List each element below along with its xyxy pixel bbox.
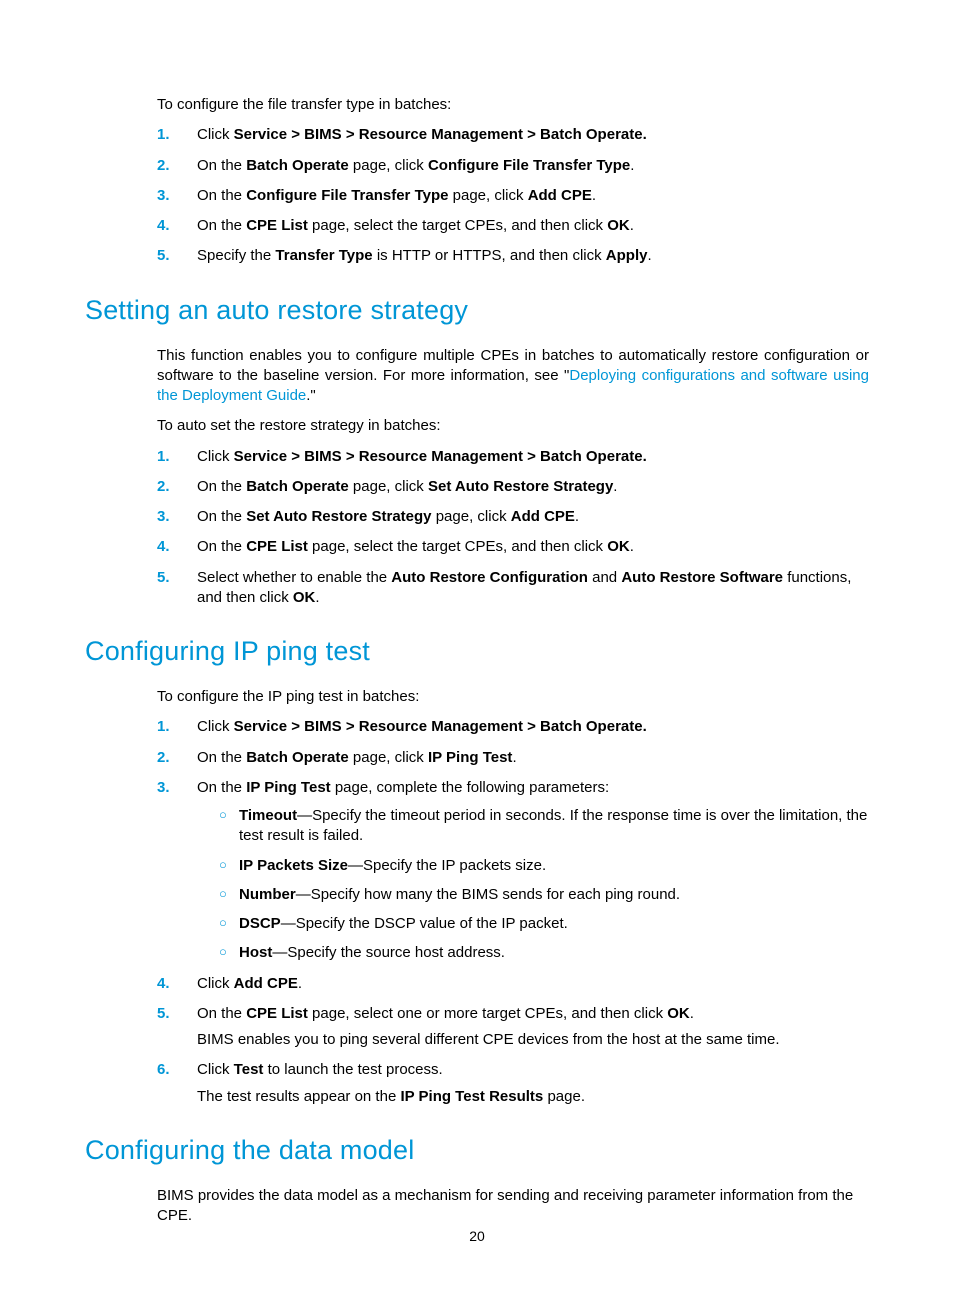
document-page: To configure the file transfer type in b… [0,0,954,1296]
step-text: On the Batch Operate page, click IP Ping… [197,749,517,766]
intro-text: To configure the file transfer type in b… [157,95,869,115]
section-file-transfer: To configure the file transfer type in b… [157,95,869,267]
step-item: 3. On the Configure File Transfer Type p… [157,186,869,206]
step-item: 3. On the Set Auto Restore Strategy page… [157,507,869,527]
step-number: 5. [157,568,170,588]
step-number: 2. [157,156,170,176]
step-item: 5. Select whether to enable the Auto Res… [157,568,869,609]
step-item: 2. On the Batch Operate page, click Conf… [157,156,869,176]
step-text: Click Add CPE. [197,975,302,992]
step-number: 5. [157,246,170,266]
step-number: 1. [157,125,170,145]
step-number: 4. [157,537,170,557]
heading-data-model: Configuring the data model [85,1135,869,1166]
step-text: On the Batch Operate page, click Configu… [197,157,634,174]
step-extra-text: BIMS enables you to ping several differe… [197,1030,869,1050]
heading-ip-ping: Configuring IP ping test [85,636,869,667]
bullet-icon: ○ [219,856,227,874]
step-item: 4. On the CPE List page, select the targ… [157,216,869,236]
sub-item: ○Timeout—Specify the timeout period in s… [197,806,869,847]
step-text: On the CPE List page, select the target … [197,217,634,234]
sub-list: ○Timeout—Specify the timeout period in s… [197,806,869,964]
step-item: 6. Click Test to launch the test process… [157,1060,869,1107]
sub-item: ○IP Packets Size—Specify the IP packets … [197,856,869,876]
intro-text: To auto set the restore strategy in batc… [157,416,869,436]
step-item: 1. Click Service > BIMS > Resource Manag… [157,447,869,467]
step-text: Select whether to enable the Auto Restor… [197,569,851,606]
section-data-model: BIMS provides the data model as a mechan… [157,1186,869,1227]
step-text: Click Test to launch the test process. [197,1061,443,1078]
step-text: Click Service > BIMS > Resource Manageme… [197,126,647,143]
steps-list: 1. Click Service > BIMS > Resource Manag… [157,717,869,1107]
step-item: 1. Click Service > BIMS > Resource Manag… [157,717,869,737]
step-text: On the Set Auto Restore Strategy page, c… [197,508,579,525]
step-item: 1. Click Service > BIMS > Resource Manag… [157,125,869,145]
step-number: 6. [157,1060,170,1080]
step-number: 3. [157,186,170,206]
heading-auto-restore: Setting an auto restore strategy [85,295,869,326]
steps-list: 1. Click Service > BIMS > Resource Manag… [157,125,869,266]
step-text: Click Service > BIMS > Resource Manageme… [197,448,647,465]
step-number: 1. [157,447,170,467]
page-number: 20 [0,1228,954,1244]
step-item: 5. Specify the Transfer Type is HTTP or … [157,246,869,266]
step-number: 1. [157,717,170,737]
sub-item: ○Number—Specify how many the BIMS sends … [197,885,869,905]
step-text: On the IP Ping Test page, complete the f… [197,779,609,796]
sub-item: ○Host—Specify the source host address. [197,943,869,963]
step-number: 3. [157,778,170,798]
step-number: 5. [157,1004,170,1024]
step-item: 4. Click Add CPE. [157,974,869,994]
step-number: 2. [157,477,170,497]
step-number: 3. [157,507,170,527]
step-text: On the CPE List page, select the target … [197,538,634,555]
bullet-icon: ○ [219,806,227,824]
step-item: 3. On the IP Ping Test page, complete th… [157,778,869,964]
steps-list: 1. Click Service > BIMS > Resource Manag… [157,447,869,609]
bullet-icon: ○ [219,943,227,961]
step-text: Specify the Transfer Type is HTTP or HTT… [197,247,652,264]
step-number: 4. [157,216,170,236]
sub-item: ○DSCP—Specify the DSCP value of the IP p… [197,914,869,934]
step-text: On the Batch Operate page, click Set Aut… [197,478,617,495]
step-number: 4. [157,974,170,994]
step-item: 2. On the Batch Operate page, click IP P… [157,748,869,768]
intro-text: BIMS provides the data model as a mechan… [157,1186,869,1227]
step-number: 2. [157,748,170,768]
bullet-icon: ○ [219,914,227,932]
step-text: Click Service > BIMS > Resource Manageme… [197,718,647,735]
step-item: 2. On the Batch Operate page, click Set … [157,477,869,497]
step-extra-text: The test results appear on the IP Ping T… [197,1087,869,1107]
step-text: On the CPE List page, select one or more… [197,1005,694,1022]
intro-text: To configure the IP ping test in batches… [157,687,869,707]
step-item: 4. On the CPE List page, select the targ… [157,537,869,557]
step-item: 5. On the CPE List page, select one or m… [157,1004,869,1051]
step-text: On the Configure File Transfer Type page… [197,187,596,204]
bullet-icon: ○ [219,885,227,903]
section-auto-restore: This function enables you to configure m… [157,346,869,609]
section-ip-ping: To configure the IP ping test in batches… [157,687,869,1107]
intro-text: This function enables you to configure m… [157,346,869,407]
